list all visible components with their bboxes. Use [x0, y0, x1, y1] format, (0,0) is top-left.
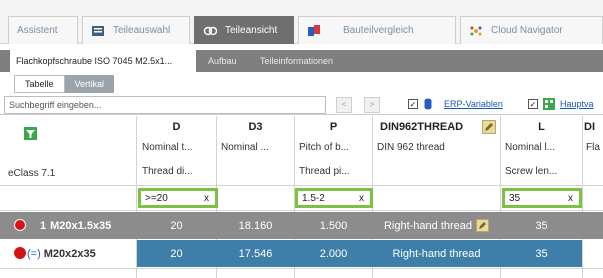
row-divider	[0, 185, 603, 186]
tab-label: Teileauswahl	[113, 25, 171, 36]
grid-icon	[543, 98, 555, 110]
cell-text: Right-hand thread	[383, 219, 473, 232]
filter-icon[interactable]	[24, 127, 37, 140]
row-name-cell: 1 M20x1.5x35	[40, 212, 136, 239]
row-divider	[0, 268, 603, 269]
cell-d[interactable]: 20	[137, 212, 216, 239]
tab-teileansicht[interactable]: Teileansicht	[194, 16, 294, 44]
status-dot-icon	[14, 219, 26, 231]
list-icon	[91, 25, 105, 37]
main-variables-link[interactable]: Hauptva	[560, 99, 594, 109]
main-tab-bar: Assistent Teileauswahl Teileansicht Baut…	[0, 0, 603, 44]
cell-l[interactable]: 35	[501, 212, 582, 239]
compare-icon	[307, 24, 321, 37]
filter-value: >=20	[145, 192, 168, 204]
view-tabs: Tabelle Vertikal	[14, 75, 115, 93]
tab-label: Cloud Navigator	[491, 25, 563, 36]
row-name-cell: (=) M20x2x35	[27, 240, 136, 267]
tab-label: Teileansicht	[225, 25, 278, 36]
filter-value: 1.5-2	[302, 192, 325, 204]
subtab-aufbau[interactable]: Aufbau	[202, 50, 243, 72]
tab-label: Assistent	[17, 25, 58, 36]
filter-input-l[interactable]: 35 x	[502, 188, 582, 208]
cell-d3[interactable]: 17.546	[217, 240, 294, 267]
edit-icon[interactable]	[482, 120, 496, 134]
classification-label: eClass 7.1	[8, 168, 56, 179]
tab-bauteilvergleich[interactable]: Bauteilvergleich	[298, 16, 456, 44]
cell-p[interactable]: 2.000	[295, 240, 372, 267]
cell-d3[interactable]: 18.160	[217, 212, 294, 239]
clear-filter-button[interactable]: x	[204, 193, 209, 204]
link-icon	[203, 25, 218, 37]
cloud-icon	[469, 25, 483, 37]
cell-din962thread[interactable]: Right-hand thread	[373, 240, 500, 267]
col-desc-di: Fla	[586, 142, 600, 153]
tab-vertikal[interactable]: Vertikal	[64, 75, 115, 93]
erp-checkbox[interactable]: ✓	[408, 99, 418, 109]
prev-button[interactable]: <	[336, 97, 352, 113]
next-button[interactable]: >	[364, 97, 380, 113]
filter-value: 35	[509, 192, 521, 204]
col-desc-d3: Nominal ...	[221, 142, 269, 153]
col-desc2-p: Thread pi...	[299, 166, 350, 177]
status-dot-icon	[14, 247, 26, 259]
database-icon	[424, 98, 432, 110]
cell-din962thread[interactable]: Right-hand thread	[373, 212, 500, 239]
col-header-p[interactable]: P	[295, 121, 372, 133]
subtab-teileinformationen[interactable]: Teileinformationen	[254, 50, 339, 72]
col-header-d3[interactable]: D3	[217, 121, 294, 133]
tab-label: Bauteilvergleich	[343, 25, 414, 36]
col-header-din962thread[interactable]: DIN962THREAD	[380, 121, 463, 133]
tab-assistent[interactable]: Assistent	[8, 16, 78, 44]
erp-variables-link[interactable]: ERP-Variablen	[444, 99, 503, 109]
edit-icon[interactable]	[476, 219, 490, 232]
search-toolbar: Suchbegriff eingeben... < > ✓ ERP-Variab…	[0, 95, 603, 115]
cell-p[interactable]: 1.500	[295, 212, 372, 239]
clear-filter-button[interactable]: x	[568, 193, 573, 204]
col-desc-p: Pitch of b...	[299, 142, 350, 153]
search-input[interactable]: Suchbegriff eingeben...	[4, 96, 326, 114]
row-name: M20x1.5x35	[50, 219, 112, 232]
col-desc-l: Nominal l...	[505, 142, 556, 153]
sub-tab-bar: Flachkopfschraube ISO 7045 M2.5x1... Auf…	[0, 50, 603, 72]
col-header-di[interactable]: DI	[584, 121, 595, 133]
col-header-l[interactable]: L	[501, 121, 582, 133]
equal-marker: (=)	[27, 247, 41, 260]
tab-cloud-navigator[interactable]: Cloud Navigator	[460, 16, 603, 44]
cell-d[interactable]: 20	[137, 240, 216, 267]
row-index: 1	[40, 219, 47, 232]
table-row[interactable]: 1 M20x1.5x35 20 18.160 1.500 Right-hand …	[0, 212, 603, 239]
main-checkbox[interactable]: ✓	[528, 99, 538, 109]
col-desc2-d: Thread di...	[142, 166, 193, 177]
filter-input-d[interactable]: >=20 x	[138, 188, 218, 208]
row-name: M20x2x35	[43, 247, 96, 260]
table-row[interactable]: (=) M20x2x35 20 17.546 2.000 Right-hand …	[0, 240, 603, 267]
col-desc-d: Nominal t...	[142, 142, 193, 153]
tab-tabelle[interactable]: Tabelle	[14, 75, 65, 93]
clear-filter-button[interactable]: x	[359, 193, 364, 204]
col-desc2-l: Screw len...	[505, 166, 558, 177]
subtab-part[interactable]: Flachkopfschraube ISO 7045 M2.5x1...	[10, 50, 196, 72]
col-desc-din962thread: DIN 962 thread	[377, 142, 445, 153]
cell-l[interactable]: 35	[501, 240, 582, 267]
col-header-d[interactable]: D	[137, 121, 216, 133]
row-divider	[0, 210, 603, 211]
filter-input-p[interactable]: 1.5-2 x	[295, 188, 373, 208]
tab-teileauswahl[interactable]: Teileauswahl	[82, 16, 190, 44]
